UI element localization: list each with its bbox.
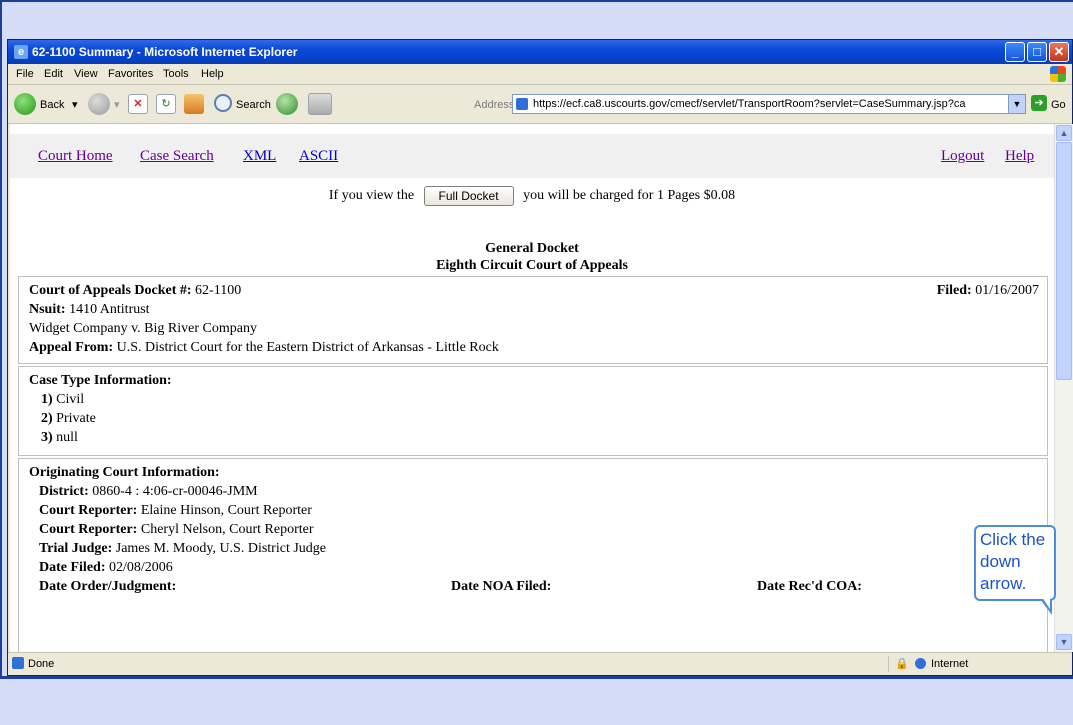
- web-page: Court Home Case Search XML ASCII Logout …: [10, 124, 1054, 652]
- docket-value: 62-1100: [195, 283, 242, 298]
- noa-date-label: Date NOA Filed:: [451, 579, 552, 594]
- scroll-up-icon[interactable]: ▲: [1056, 125, 1072, 141]
- go-label[interactable]: Go: [1051, 99, 1066, 111]
- reporter-label: Court Reporter:: [39, 522, 138, 537]
- menu-edit[interactable]: Edit: [44, 68, 63, 80]
- docket-label: Court of Appeals Docket #:: [29, 283, 192, 298]
- search-label[interactable]: Search: [236, 99, 271, 111]
- window-title: 62-1100 Summary - Microsoft Internet Exp…: [32, 45, 298, 59]
- forward-arrow-icon[interactable]: [88, 93, 110, 115]
- nsuit-value: 1410 Antitrust: [69, 302, 150, 317]
- menu-file[interactable]: File: [16, 68, 34, 80]
- reporter-value: Cheryl Nelson, Court Reporter: [140, 522, 314, 537]
- appeal-label: Appeal From:: [29, 340, 114, 355]
- go-arrow-icon[interactable]: ➔: [1031, 95, 1047, 111]
- instruction-callout: Click the down arrow.: [974, 525, 1056, 601]
- print-icon[interactable]: [308, 93, 332, 115]
- charge-notice: If you view the Full Docket you will be …: [10, 186, 1054, 206]
- zone-label: Internet: [931, 658, 969, 670]
- logout-link[interactable]: Logout: [941, 148, 984, 165]
- ie-icon: e: [14, 45, 28, 59]
- filed-label: Filed:: [936, 283, 972, 298]
- origin-box: Originating Court Information: District:…: [18, 458, 1048, 652]
- bottom-band: [0, 676, 1073, 725]
- case-type-item: 3) null: [41, 430, 78, 445]
- reporter-value: Elaine Hinson, Court Reporter: [140, 503, 312, 518]
- case-type-item: 1) Civil: [41, 392, 85, 407]
- lock-icon: 🔒: [895, 658, 909, 670]
- menu-favorites[interactable]: Favorites: [108, 68, 153, 80]
- minimize-button[interactable]: _: [1005, 42, 1025, 62]
- recd-date-label: Date Rec'd COA:: [757, 579, 862, 594]
- district-label: District:: [39, 484, 89, 499]
- address-dropdown-icon[interactable]: ▼: [1008, 95, 1025, 113]
- toolbar: Back ▾ ▾ ✕ ↻ Search Address https://ecf.…: [8, 85, 1072, 124]
- case-search-link[interactable]: Case Search: [140, 148, 214, 165]
- status-bar: Done 🔒 Internet: [8, 652, 1072, 675]
- filed-value: 01/16/2007: [975, 283, 1039, 298]
- browser-window: e 62-1100 Summary - Microsoft Internet E…: [7, 39, 1073, 676]
- security-zone: 🔒 Internet: [888, 656, 1049, 672]
- page-done-icon: [12, 657, 24, 669]
- menu-tools[interactable]: Tools: [163, 68, 189, 80]
- reporter-label: Court Reporter:: [39, 503, 138, 518]
- nav-bar: Court Home Case Search XML ASCII Logout …: [10, 134, 1054, 178]
- case-type-item: 2) Private: [41, 411, 96, 426]
- parties: Widget Company v. Big River Company: [29, 321, 257, 336]
- case-type-box: Case Type Information: 1) Civil 2) Priva…: [18, 366, 1048, 456]
- case-type-header: Case Type Information:: [29, 373, 172, 388]
- charge-suffix: you will be charged for 1 Pages $0.08: [523, 188, 736, 204]
- case-info-box: Court of Appeals Docket #: 62-1100 Filed…: [18, 276, 1048, 364]
- close-button[interactable]: ✕: [1049, 42, 1069, 62]
- menu-view[interactable]: View: [74, 68, 98, 80]
- windows-logo-icon: [1050, 66, 1066, 82]
- back-arrow-icon[interactable]: [14, 93, 36, 115]
- court-home-link[interactable]: Court Home: [38, 148, 113, 165]
- title-bar[interactable]: e 62-1100 Summary - Microsoft Internet E…: [8, 40, 1072, 64]
- callout-pointer-fill: [1042, 597, 1050, 609]
- help-link[interactable]: Help: [1005, 148, 1034, 165]
- charge-prefix: If you view the: [328, 188, 415, 204]
- judge-value: James M. Moody, U.S. District Judge: [115, 541, 327, 556]
- vertical-scrollbar[interactable]: ▲ ▼: [1054, 124, 1073, 652]
- back-dropdown-icon[interactable]: ▾: [72, 98, 78, 111]
- heading-line-2: Eighth Circuit Court of Appeals: [436, 258, 628, 273]
- history-icon[interactable]: [276, 93, 298, 115]
- top-border: [0, 0, 1073, 2]
- appeal-value: U.S. District Court for the Eastern Dist…: [116, 340, 499, 355]
- address-value: https://ecf.ca8.uscourts.gov/cmecf/servl…: [533, 98, 966, 110]
- home-icon[interactable]: [184, 94, 204, 114]
- scroll-thumb[interactable]: [1056, 142, 1072, 380]
- origin-header: Originating Court Information:: [29, 465, 220, 480]
- callout-line-3: arrow.: [980, 574, 1027, 593]
- order-date-label: Date Order/Judgment:: [39, 579, 177, 594]
- heading-line-1: General Docket: [485, 241, 579, 256]
- left-border: [0, 0, 2, 725]
- scroll-down-icon[interactable]: ▼: [1056, 634, 1072, 650]
- xml-link[interactable]: XML: [243, 148, 276, 165]
- menu-bar: File Edit View Favorites Tools Help: [8, 64, 1072, 85]
- address-input[interactable]: https://ecf.ca8.uscourts.gov/cmecf/servl…: [512, 94, 1026, 114]
- stop-icon[interactable]: ✕: [128, 94, 148, 114]
- back-label[interactable]: Back: [40, 99, 64, 111]
- maximize-button[interactable]: □: [1027, 42, 1047, 62]
- callout-line-1: Click the: [980, 530, 1046, 549]
- full-docket-button[interactable]: Full Docket: [423, 186, 514, 206]
- judge-label: Trial Judge:: [39, 541, 113, 556]
- status-text: Done: [28, 658, 55, 670]
- page-icon: [516, 98, 528, 110]
- date-filed-value: 02/08/2006: [108, 560, 173, 575]
- refresh-icon[interactable]: ↻: [156, 94, 176, 114]
- district-value: 0860-4 : 4:06-cr-00046-JMM: [92, 484, 258, 499]
- ascii-link[interactable]: ASCII: [299, 148, 338, 165]
- globe-icon: [915, 658, 926, 669]
- search-icon[interactable]: [214, 94, 232, 112]
- docket-heading: General Docket Eighth Circuit Court of A…: [10, 240, 1054, 274]
- address-label: Address: [474, 99, 515, 111]
- callout-line-2: down: [980, 552, 1021, 571]
- date-filed-label: Date Filed:: [39, 560, 106, 575]
- menu-help[interactable]: Help: [201, 68, 224, 80]
- forward-dropdown-icon[interactable]: ▾: [114, 98, 120, 111]
- nsuit-label: Nsuit:: [29, 302, 66, 317]
